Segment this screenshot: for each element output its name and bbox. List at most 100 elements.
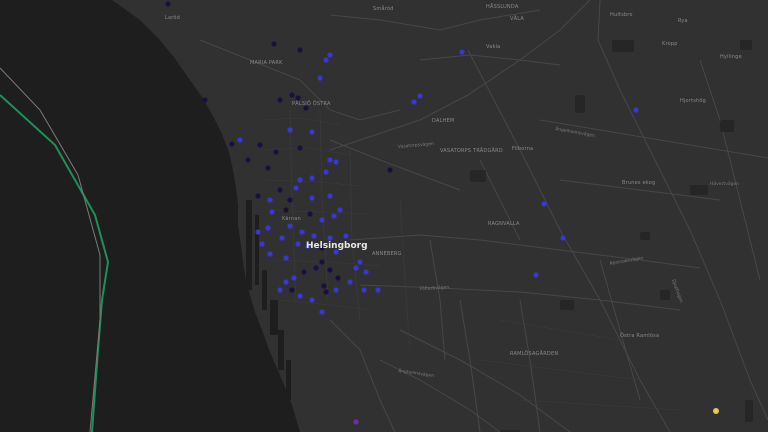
city-label: Helsingborg bbox=[306, 241, 368, 251]
map-marker[interactable] bbox=[257, 142, 263, 148]
label-hasslunda: HÅSSLUNDA bbox=[486, 3, 519, 10]
map-marker[interactable] bbox=[331, 213, 337, 219]
label-kropp: Kropp bbox=[662, 41, 678, 47]
map-marker[interactable] bbox=[363, 269, 369, 275]
map-marker[interactable] bbox=[713, 408, 719, 414]
map-marker[interactable] bbox=[297, 145, 303, 151]
label-brunes: Brunes ekog bbox=[622, 180, 655, 186]
map-marker[interactable] bbox=[307, 211, 313, 217]
map-marker[interactable] bbox=[273, 149, 279, 155]
map-marker[interactable] bbox=[337, 207, 343, 213]
map-marker[interactable] bbox=[265, 165, 271, 171]
map-marker[interactable] bbox=[255, 193, 261, 199]
map-marker[interactable] bbox=[327, 267, 333, 273]
map-canvas[interactable]: Småröd Laröd VÅLA HÅSSLUNDA Hultsbro Rya… bbox=[0, 0, 768, 432]
map-marker[interactable] bbox=[323, 57, 329, 63]
map-marker[interactable] bbox=[327, 52, 333, 58]
map-marker[interactable] bbox=[353, 419, 359, 425]
label-dalhem: DALHEM bbox=[432, 118, 454, 124]
map-marker[interactable] bbox=[375, 287, 381, 293]
map-marker[interactable] bbox=[317, 75, 323, 81]
map-marker[interactable] bbox=[309, 175, 315, 181]
map-marker[interactable] bbox=[323, 289, 329, 295]
map-marker[interactable] bbox=[333, 287, 339, 293]
map-marker[interactable] bbox=[297, 47, 303, 53]
map-marker[interactable] bbox=[319, 217, 325, 223]
map-marker[interactable] bbox=[297, 293, 303, 299]
label-rya: Rya bbox=[678, 18, 688, 24]
map-marker[interactable] bbox=[633, 107, 639, 113]
map-marker[interactable] bbox=[255, 229, 261, 235]
label-smarod: Småröd bbox=[373, 5, 394, 12]
label-ragnvalla: RAGNVALLA bbox=[488, 221, 520, 227]
map-marker[interactable] bbox=[311, 233, 317, 239]
map-marker[interactable] bbox=[319, 259, 325, 265]
map-marker[interactable] bbox=[265, 225, 271, 231]
road-label-6: Hävertvägen bbox=[710, 181, 739, 187]
map-marker[interactable] bbox=[283, 207, 289, 213]
map-marker[interactable] bbox=[309, 297, 315, 303]
label-karnan: Kärnan bbox=[282, 216, 301, 222]
label-hjortshog: Hjortshög bbox=[680, 98, 706, 104]
label-larod: Laröd bbox=[165, 15, 180, 21]
map-marker[interactable] bbox=[229, 141, 235, 147]
label-palsjo-ostra: PÅLSJÖ ÖSTRA bbox=[292, 100, 331, 107]
map-marker[interactable] bbox=[541, 201, 547, 207]
map-marker[interactable] bbox=[301, 269, 307, 275]
map-marker[interactable] bbox=[287, 127, 293, 133]
map-marker[interactable] bbox=[321, 283, 327, 289]
map-marker[interactable] bbox=[267, 251, 273, 257]
map-marker[interactable] bbox=[411, 99, 417, 105]
map-marker[interactable] bbox=[309, 195, 315, 201]
map-marker[interactable] bbox=[319, 309, 325, 315]
label-vala: VÅLA bbox=[510, 15, 524, 22]
map-marker[interactable] bbox=[309, 129, 315, 135]
map-marker[interactable] bbox=[165, 1, 171, 7]
map-marker[interactable] bbox=[299, 229, 305, 235]
map-marker[interactable] bbox=[202, 97, 208, 103]
map-marker[interactable] bbox=[279, 235, 285, 241]
map-marker[interactable] bbox=[343, 233, 349, 239]
map-marker[interactable] bbox=[361, 287, 367, 293]
map-marker[interactable] bbox=[323, 169, 329, 175]
map-marker[interactable] bbox=[237, 137, 243, 143]
map-marker[interactable] bbox=[303, 105, 309, 111]
map-marker[interactable] bbox=[277, 187, 283, 193]
map-marker[interactable] bbox=[297, 177, 303, 183]
map-marker[interactable] bbox=[291, 275, 297, 281]
label-hultsbro: Hultsbro bbox=[610, 12, 633, 18]
map-marker[interactable] bbox=[295, 95, 301, 101]
map-marker[interactable] bbox=[267, 197, 273, 203]
map-marker[interactable] bbox=[347, 279, 353, 285]
map-marker[interactable] bbox=[259, 241, 265, 247]
map-marker[interactable] bbox=[283, 279, 289, 285]
map-marker[interactable] bbox=[293, 185, 299, 191]
map-marker[interactable] bbox=[327, 193, 333, 199]
map-marker[interactable] bbox=[287, 223, 293, 229]
map-marker[interactable] bbox=[560, 235, 566, 241]
map-marker[interactable] bbox=[245, 157, 251, 163]
map-marker[interactable] bbox=[287, 197, 293, 203]
map-marker[interactable] bbox=[277, 287, 283, 293]
map-marker[interactable] bbox=[289, 92, 295, 98]
map-view[interactable]: Småröd Laröd VÅLA HÅSSLUNDA Hultsbro Rya… bbox=[0, 0, 768, 432]
map-marker[interactable] bbox=[333, 159, 339, 165]
label-anneberg: ANNEBERG bbox=[372, 251, 402, 257]
map-marker[interactable] bbox=[335, 275, 341, 281]
map-marker[interactable] bbox=[327, 157, 333, 163]
map-marker[interactable] bbox=[313, 265, 319, 271]
map-marker[interactable] bbox=[357, 259, 363, 265]
map-marker[interactable] bbox=[271, 41, 277, 47]
map-marker[interactable] bbox=[295, 241, 301, 247]
map-marker[interactable] bbox=[417, 93, 423, 99]
map-marker[interactable] bbox=[353, 265, 359, 271]
label-ramlosagarden: RAMLÖSAGÅRDEN bbox=[510, 350, 558, 357]
map-marker[interactable] bbox=[289, 287, 295, 293]
map-marker[interactable] bbox=[269, 209, 275, 215]
map-marker[interactable] bbox=[283, 255, 289, 261]
map-marker[interactable] bbox=[387, 167, 393, 173]
map-marker[interactable] bbox=[459, 49, 465, 55]
map-marker[interactable] bbox=[277, 97, 283, 103]
map-marker[interactable] bbox=[327, 235, 333, 241]
map-marker[interactable] bbox=[533, 272, 539, 278]
